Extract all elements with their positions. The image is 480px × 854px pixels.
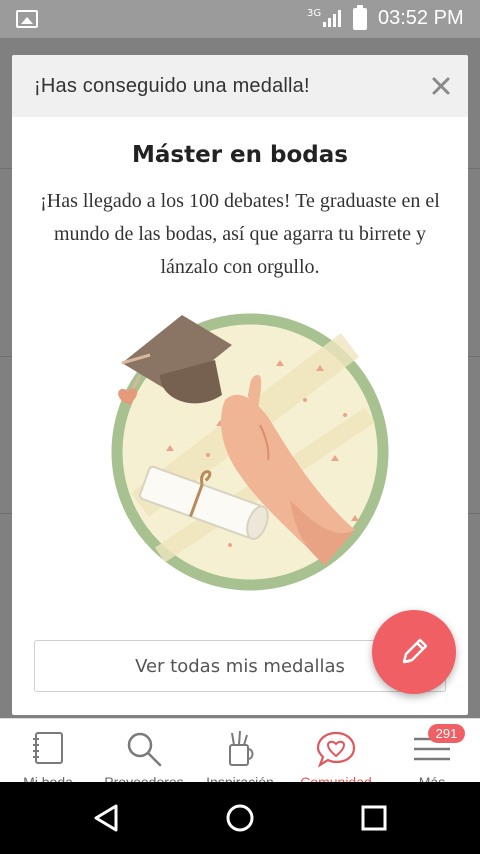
image-notification-icon: [16, 10, 38, 28]
system-navigation-bar: [0, 782, 480, 854]
new-post-fab[interactable]: [372, 610, 456, 694]
close-button[interactable]: [426, 71, 456, 101]
pencil-cup-icon: [229, 730, 254, 766]
back-icon[interactable]: [88, 800, 124, 836]
nav-item-proveedores[interactable]: Proveedores: [96, 719, 192, 782]
status-time: 03:52 PM: [378, 7, 464, 29]
bottom-navigation: Mi boda Proveedores Inspiración Comunida…: [0, 718, 480, 782]
nav-label: Más: [418, 774, 446, 782]
dialog-header: ¡Has conseguido una medalla!: [12, 55, 468, 117]
search-icon: [127, 732, 162, 767]
home-icon[interactable]: [222, 800, 258, 836]
nav-label: Proveedores: [104, 774, 184, 782]
nav-label: Mi boda: [23, 774, 73, 782]
medal-name: Máster en bodas: [132, 142, 348, 168]
battery-icon: [353, 5, 367, 30]
notebook-icon: [33, 732, 63, 764]
close-icon: [432, 77, 450, 95]
pencil-icon: [402, 638, 428, 664]
nav-item-inspiracion[interactable]: Inspiración: [192, 719, 288, 782]
dialog-title: ¡Has conseguido una medalla!: [34, 75, 310, 97]
notification-badge: 291: [428, 724, 465, 743]
medal-message: ¡Has llegado a los 100 debates! Te gradu…: [40, 190, 440, 278]
nav-item-mi-boda[interactable]: Mi boda: [0, 719, 96, 782]
nav-label: Comunidad: [300, 774, 372, 782]
nav-item-comunidad[interactable]: Comunidad: [288, 719, 384, 782]
nav-label: Inspiración: [206, 774, 274, 782]
network-type: 3G: [307, 8, 322, 19]
chat-heart-icon: [316, 731, 356, 768]
recents-icon[interactable]: [356, 800, 392, 836]
graduation-medal-illustration: [111, 313, 389, 591]
status-bar: 3G 03:52 PM: [0, 0, 480, 38]
signal-icon: [323, 10, 341, 27]
